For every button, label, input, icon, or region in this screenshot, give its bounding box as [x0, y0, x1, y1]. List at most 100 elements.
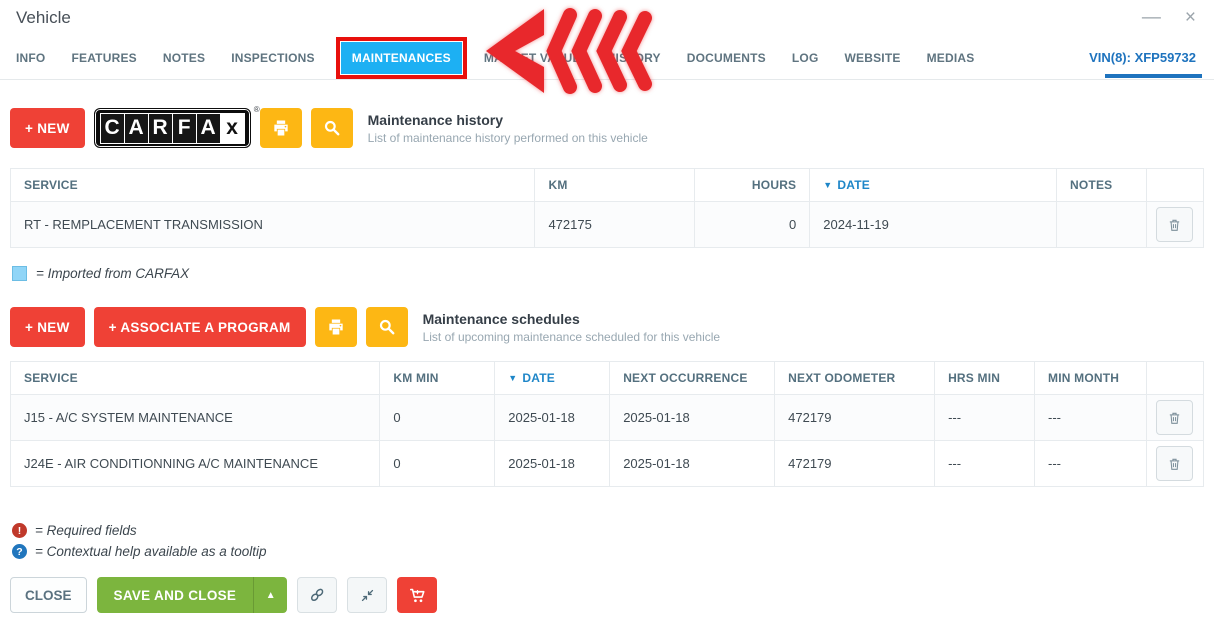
- collapse-arrows-icon: [359, 587, 376, 604]
- cell-date: 2025-01-18: [495, 441, 610, 487]
- cell-next-occurrence: 2025-01-18: [610, 395, 775, 441]
- save-options-caret-button[interactable]: ▲: [253, 577, 287, 613]
- tab-inspections[interactable]: INSPECTIONS: [231, 51, 315, 65]
- trash-icon: [1167, 217, 1182, 233]
- maintenance-history-table: SERVICE KM HOURS ▼DATE NOTES RT - REMPLA…: [10, 168, 1204, 248]
- collapse-button[interactable]: [347, 577, 387, 613]
- cell-next-odometer: 472179: [775, 441, 935, 487]
- column-header-next-odometer[interactable]: NEXT ODOMETER: [775, 362, 935, 395]
- history-table-row[interactable]: RT - REMPLACEMENT TRANSMISSION 472175 0 …: [11, 202, 1204, 248]
- window-controls: — ×: [1142, 8, 1196, 27]
- schedules-new-button[interactable]: + NEW: [10, 307, 85, 347]
- schedules-section-subtitle: List of upcoming maintenance scheduled f…: [423, 330, 721, 344]
- cell-km-min: 0: [380, 395, 495, 441]
- history-section-title: Maintenance history: [368, 112, 648, 128]
- column-header-notes[interactable]: NOTES: [1057, 169, 1147, 202]
- cell-hrs-min: ---: [935, 441, 1035, 487]
- required-legend-text: = Required fields: [35, 523, 137, 538]
- delete-row-button[interactable]: [1156, 446, 1193, 481]
- registered-mark: ®: [254, 105, 260, 114]
- schedules-table-row[interactable]: J24E - AIR CONDITIONNING A/C MAINTENANCE…: [11, 441, 1204, 487]
- cell-km: 472175: [535, 202, 695, 248]
- column-header-service[interactable]: SERVICE: [11, 362, 380, 395]
- column-header-actions: [1146, 362, 1203, 395]
- delete-row-button[interactable]: [1156, 400, 1193, 435]
- link-icon: [308, 586, 326, 604]
- carfax-import-legend: = Imported from CARFAX: [12, 266, 1202, 281]
- column-header-km[interactable]: KM: [535, 169, 695, 202]
- search-icon: [377, 317, 397, 337]
- column-header-min-month[interactable]: MIN MONTH: [1035, 362, 1147, 395]
- trash-icon: [1167, 456, 1182, 472]
- carfax-import-legend-text: = Imported from CARFAX: [36, 266, 189, 281]
- vin-label: VIN(8): XFP59732: [1089, 50, 1196, 65]
- column-header-service[interactable]: SERVICE: [11, 169, 535, 202]
- cell-min-month: ---: [1035, 441, 1147, 487]
- carfax-letter: x: [220, 113, 245, 144]
- tab-medias[interactable]: MEDIAS: [927, 51, 975, 65]
- tab-maintenances-wrap: MAINTENANCES: [341, 42, 462, 74]
- tab-history[interactable]: HISTORY: [607, 51, 661, 65]
- footer-buttons: CLOSE SAVE AND CLOSE ▲: [10, 577, 1204, 613]
- history-section-titles: Maintenance history List of maintenance …: [368, 108, 648, 148]
- carfax-import-color-swatch: [12, 266, 27, 281]
- cell-date: 2024-11-19: [810, 202, 1057, 248]
- schedules-print-button[interactable]: [315, 307, 357, 347]
- carfax-logo[interactable]: C A R F A x ®: [94, 108, 251, 148]
- schedules-table-header-row: SERVICE KM MIN ▼DATE NEXT OCCURRENCE NEX…: [11, 362, 1204, 395]
- tab-info[interactable]: INFO: [16, 51, 45, 65]
- tab-documents[interactable]: DOCUMENTS: [687, 51, 766, 65]
- minimize-icon[interactable]: —: [1142, 8, 1161, 27]
- maintenance-schedules-table: SERVICE KM MIN ▼DATE NEXT OCCURRENCE NEX…: [10, 361, 1204, 487]
- history-print-button[interactable]: [260, 108, 302, 148]
- tab-notes[interactable]: NOTES: [163, 51, 205, 65]
- carfax-letter: F: [172, 113, 197, 144]
- tab-bar: INFO FEATURES NOTES INSPECTIONS MAINTENA…: [0, 36, 1214, 80]
- cell-service: J15 - A/C SYSTEM MAINTENANCE: [11, 395, 380, 441]
- schedules-table-row[interactable]: J15 - A/C SYSTEM MAINTENANCE 0 2025-01-1…: [11, 395, 1204, 441]
- cell-actions: [1146, 202, 1203, 248]
- history-search-button[interactable]: [311, 108, 353, 148]
- column-header-date[interactable]: ▼DATE: [810, 169, 1057, 202]
- column-header-hours[interactable]: HOURS: [695, 169, 810, 202]
- cell-min-month: ---: [1035, 395, 1147, 441]
- cell-service: RT - REMPLACEMENT TRANSMISSION: [11, 202, 535, 248]
- history-table-header-row: SERVICE KM HOURS ▼DATE NOTES: [11, 169, 1204, 202]
- link-button[interactable]: [297, 577, 337, 613]
- schedules-search-button[interactable]: [366, 307, 408, 347]
- tab-log[interactable]: LOG: [792, 51, 819, 65]
- tab-features[interactable]: FEATURES: [71, 51, 136, 65]
- column-header-km-min[interactable]: KM MIN: [380, 362, 495, 395]
- carfax-letter: A: [124, 113, 149, 144]
- delete-row-button[interactable]: [1156, 207, 1193, 242]
- associate-program-button[interactable]: + ASSOCIATE A PROGRAM: [94, 307, 306, 347]
- cell-km-min: 0: [380, 441, 495, 487]
- save-and-close-button[interactable]: SAVE AND CLOSE: [97, 577, 254, 613]
- sort-desc-icon: ▼: [823, 180, 832, 190]
- window-titlebar: Vehicle — ×: [0, 0, 1214, 36]
- tab-maintenances[interactable]: MAINTENANCES: [341, 42, 462, 74]
- column-header-next-occurrence[interactable]: NEXT OCCURRENCE: [610, 362, 775, 395]
- print-icon: [271, 118, 291, 138]
- search-icon: [322, 118, 342, 138]
- close-icon[interactable]: ×: [1185, 8, 1196, 27]
- carfax-letter: C: [100, 113, 125, 144]
- column-header-hrs-min[interactable]: HRS MIN: [935, 362, 1035, 395]
- cell-service: J24E - AIR CONDITIONNING A/C MAINTENANCE: [11, 441, 380, 487]
- save-split-button: SAVE AND CLOSE ▲: [97, 577, 288, 613]
- cell-next-odometer: 472179: [775, 395, 935, 441]
- tab-market-value[interactable]: MARKET VALUE: [484, 51, 581, 65]
- cart-button[interactable]: [397, 577, 437, 613]
- history-new-button[interactable]: + NEW: [10, 108, 85, 148]
- cell-hours: 0: [695, 202, 810, 248]
- window-title: Vehicle: [16, 8, 71, 28]
- trash-icon: [1167, 410, 1182, 426]
- tab-website[interactable]: WEBSITE: [845, 51, 901, 65]
- column-header-date[interactable]: ▼DATE: [495, 362, 610, 395]
- cell-hrs-min: ---: [935, 395, 1035, 441]
- close-button[interactable]: CLOSE: [10, 577, 87, 613]
- required-fields-legend: ! = Required fields: [12, 523, 1202, 538]
- column-header-actions: [1146, 169, 1203, 202]
- help-icon: ?: [12, 544, 27, 559]
- vin-link[interactable]: VIN(8): XFP59732: [1087, 50, 1198, 65]
